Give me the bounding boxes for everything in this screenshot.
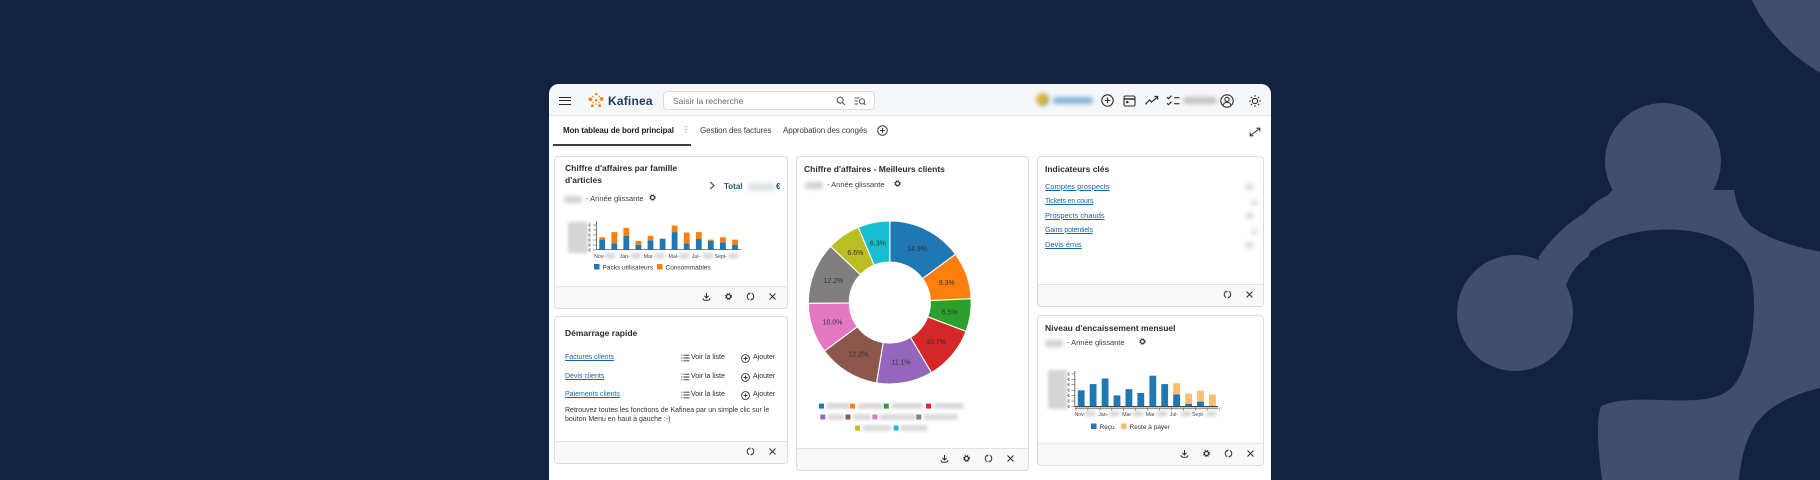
svg-text:10.7%: 10.7% bbox=[926, 339, 946, 346]
svg-text:Reçu: Reçu bbox=[1100, 424, 1116, 431]
svg-text:Mai-: Mai- bbox=[1146, 412, 1156, 418]
svg-text:€: € bbox=[1067, 399, 1070, 405]
svg-text:Sept-: Sept- bbox=[1192, 412, 1205, 418]
svg-text:10.0%: 10.0% bbox=[823, 319, 843, 326]
svg-text:€: € bbox=[1067, 382, 1070, 388]
svg-text:Mar-: Mar- bbox=[644, 254, 655, 260]
svg-text:9.3%: 9.3% bbox=[939, 280, 955, 287]
svg-text:€: € bbox=[1067, 371, 1070, 377]
svg-text:6.6%: 6.6% bbox=[847, 250, 863, 257]
svg-text:Jan-: Jan- bbox=[1098, 412, 1108, 418]
svg-text:Mai-: Mai- bbox=[669, 254, 679, 260]
svg-text:€: € bbox=[1067, 388, 1070, 394]
svg-text:Jul-: Jul- bbox=[1170, 412, 1179, 418]
svg-text:€: € bbox=[1067, 377, 1070, 383]
svg-text:Mar-: Mar- bbox=[1122, 412, 1133, 418]
svg-text:Jul-: Jul- bbox=[692, 254, 701, 260]
svg-text:11.1%: 11.1% bbox=[891, 360, 910, 367]
svg-text:14.9%: 14.9% bbox=[907, 246, 927, 253]
svg-text:Sept-: Sept- bbox=[715, 254, 728, 260]
svg-text:12.2%: 12.2% bbox=[824, 278, 844, 285]
svg-text:€: € bbox=[1067, 404, 1070, 410]
svg-text:6.5%: 6.5% bbox=[942, 310, 958, 317]
svg-text:12.2%: 12.2% bbox=[848, 352, 868, 359]
svg-text:Nov-: Nov- bbox=[594, 254, 605, 260]
svg-text:Nov-: Nov- bbox=[1075, 412, 1086, 418]
svg-text:6.3%: 6.3% bbox=[870, 241, 886, 248]
svg-text:€: € bbox=[588, 248, 591, 254]
svg-text:Packs utilisateurs: Packs utilisateurs bbox=[603, 265, 654, 272]
svg-text:€: € bbox=[1067, 393, 1070, 399]
svg-text:Consommables: Consommables bbox=[666, 265, 712, 272]
svg-text:Reste à payer: Reste à payer bbox=[1130, 424, 1171, 431]
svg-text:Jan-: Jan- bbox=[620, 254, 630, 260]
